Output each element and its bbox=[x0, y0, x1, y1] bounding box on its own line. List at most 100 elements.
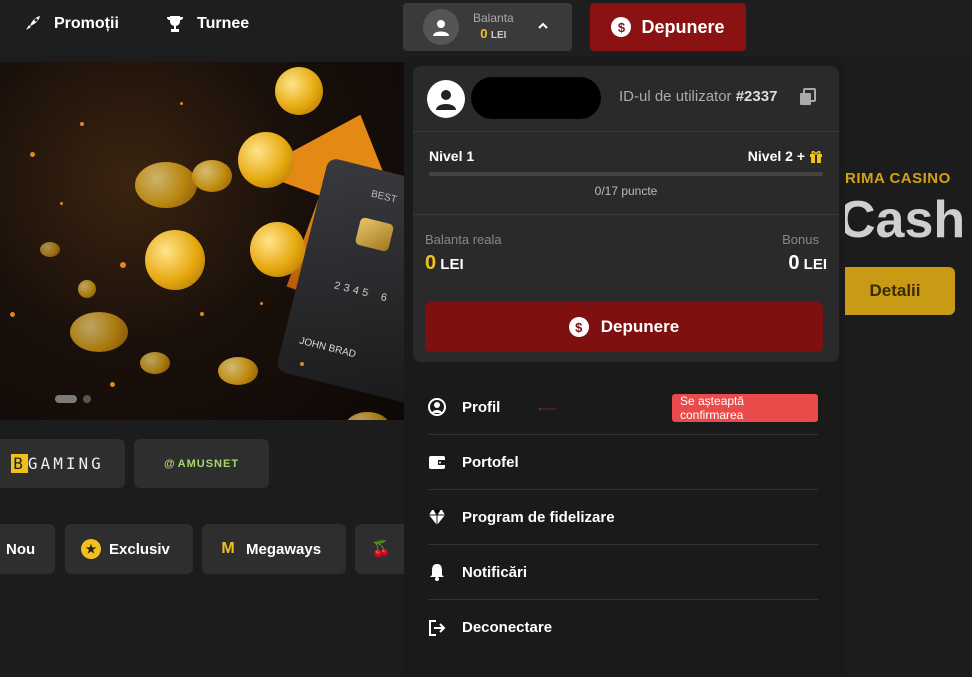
spark bbox=[80, 122, 84, 126]
bonus-label: Bonus bbox=[782, 232, 819, 247]
real-balance-label: Balanta reala bbox=[425, 232, 502, 247]
pending-confirmation-badge: Se așteaptă confirmarea bbox=[672, 394, 818, 422]
gift-icon bbox=[810, 150, 822, 163]
account-summary-panel: ID-ul de utilizator #2337 Nivel 1 Nivel … bbox=[413, 66, 839, 362]
details-button[interactable]: Detalii bbox=[835, 267, 955, 315]
diamond-icon bbox=[429, 509, 445, 525]
real-balance-value: 0 LEI bbox=[425, 252, 464, 274]
trophy-icon bbox=[167, 16, 183, 32]
chevron-up-icon bbox=[538, 22, 548, 29]
coin bbox=[78, 280, 96, 298]
user-id: ID-ul de utilizator #2337 bbox=[619, 88, 778, 105]
category-exclusive-label: Exclusiv bbox=[109, 540, 170, 558]
coin bbox=[238, 132, 294, 188]
provider-amusnet[interactable]: @ AMUSNET bbox=[134, 439, 269, 488]
user-icon bbox=[433, 20, 449, 36]
account-menu-list: Profil Se așteaptă confirmarea Portofel … bbox=[428, 380, 818, 655]
nav-tournaments[interactable]: Turnee bbox=[165, 14, 249, 34]
category-megaways-label: Megaways bbox=[246, 540, 322, 558]
nav-tournaments-label: Turnee bbox=[197, 15, 250, 32]
account-dropdown: ID-ul de utilizator #2337 Nivel 1 Nivel … bbox=[404, 58, 845, 677]
provider-bgaming-initial: B bbox=[11, 454, 28, 473]
deposit-button[interactable]: $ Depunere bbox=[590, 3, 746, 51]
nav-promotions-label: Promoții bbox=[54, 15, 119, 32]
provider-bgaming[interactable]: B GAMING bbox=[0, 439, 125, 488]
copy-icon[interactable] bbox=[799, 88, 817, 106]
balance-amount: 0 LEI bbox=[480, 26, 507, 41]
coin bbox=[192, 160, 232, 192]
divider bbox=[413, 214, 839, 215]
dollar-icon: $ bbox=[568, 317, 589, 337]
card-number: 2345 6 bbox=[332, 280, 392, 306]
coin bbox=[70, 312, 128, 352]
carousel-dots bbox=[55, 395, 91, 403]
nav-promotions[interactable]: Promoții bbox=[22, 14, 119, 34]
level-next: Nivel 2 + bbox=[748, 148, 823, 164]
red-arrow-annotation bbox=[538, 408, 556, 410]
card-brand: BEST bbox=[369, 188, 398, 206]
coin bbox=[40, 242, 60, 257]
coin bbox=[345, 412, 390, 420]
category-exclusive[interactable]: ★ Exclusiv bbox=[65, 524, 193, 574]
provider-bgaming-label: GAMING bbox=[27, 454, 104, 473]
menu-item-loyalty[interactable]: Program de fidelizare bbox=[428, 490, 818, 545]
coin bbox=[135, 162, 197, 208]
coin bbox=[140, 352, 170, 374]
category-megaways[interactable]: M Megaways bbox=[202, 524, 346, 574]
spark bbox=[120, 262, 126, 268]
menu-item-logout-label: Deconectare bbox=[462, 619, 553, 636]
promo-title: Cash bbox=[838, 191, 966, 249]
menu-item-profile-label: Profil bbox=[462, 398, 501, 416]
promo-subtitle: RIMA CASINO bbox=[845, 170, 951, 187]
level-row: Nivel 1 Nivel 2 + bbox=[429, 148, 823, 164]
carousel-dot[interactable] bbox=[83, 395, 91, 403]
spark bbox=[180, 102, 183, 105]
coin bbox=[145, 230, 205, 290]
spark bbox=[10, 312, 15, 317]
user-avatar bbox=[427, 80, 465, 118]
user-row: ID-ul de utilizator #2337 bbox=[413, 66, 839, 132]
avatar bbox=[423, 9, 459, 45]
balance-toggle[interactable]: Balanta 0 LEI bbox=[403, 3, 572, 51]
provider-amusnet-label: AMUSNET bbox=[177, 457, 240, 470]
dropdown-deposit-button[interactable]: $ Depunere bbox=[425, 302, 823, 352]
card-holder: JOHN BRAD bbox=[298, 335, 357, 361]
menu-item-profile[interactable]: Profil Se așteaptă confirmarea bbox=[428, 380, 818, 435]
amusnet-logo-icon: @ bbox=[163, 457, 176, 470]
bell-icon bbox=[430, 564, 444, 581]
card-chip bbox=[354, 216, 395, 253]
user-icon bbox=[436, 90, 456, 110]
spark bbox=[200, 312, 204, 316]
coin bbox=[275, 67, 323, 115]
menu-item-notifications-label: Notificări bbox=[462, 563, 528, 581]
menu-item-wallet-label: Portofel bbox=[462, 453, 519, 471]
wallet-icon bbox=[429, 456, 445, 469]
category-new[interactable]: Nou bbox=[0, 524, 55, 574]
spark bbox=[260, 302, 263, 305]
deposit-button-label: Depunere bbox=[641, 16, 725, 37]
logout-icon bbox=[429, 619, 446, 636]
category-new-label: Nou bbox=[6, 540, 36, 558]
level-next-label: Nivel 2 + bbox=[747, 148, 805, 164]
dollar-icon: $ bbox=[611, 17, 632, 37]
menu-item-loyalty-label: Program de fidelizare bbox=[462, 508, 615, 526]
top-bar: Promoții Turnee Balanta 0 LEI $ Depunere bbox=[0, 0, 972, 56]
spark bbox=[300, 362, 304, 366]
spark bbox=[110, 382, 115, 387]
carousel-dot-active[interactable] bbox=[55, 395, 77, 403]
cherry-icon: 🍒 bbox=[371, 541, 391, 558]
user-circle-icon bbox=[428, 398, 446, 416]
dropdown-deposit-label: Depunere bbox=[600, 317, 680, 336]
hero-banner[interactable]: BEST 2345 6 JOHN BRAD bbox=[0, 62, 405, 420]
menu-item-wallet[interactable]: Portofel bbox=[428, 435, 818, 490]
megaways-icon: M bbox=[221, 540, 235, 557]
coin bbox=[250, 222, 305, 277]
menu-item-logout[interactable]: Deconectare bbox=[428, 600, 818, 655]
spark bbox=[60, 202, 63, 205]
menu-item-notifications[interactable]: Notificări bbox=[428, 545, 818, 600]
username-redacted bbox=[471, 77, 601, 119]
coin bbox=[218, 357, 258, 385]
balance-label: Balanta bbox=[473, 11, 514, 25]
details-button-label: Detalii bbox=[869, 281, 921, 300]
level-current: Nivel 1 bbox=[429, 148, 475, 164]
